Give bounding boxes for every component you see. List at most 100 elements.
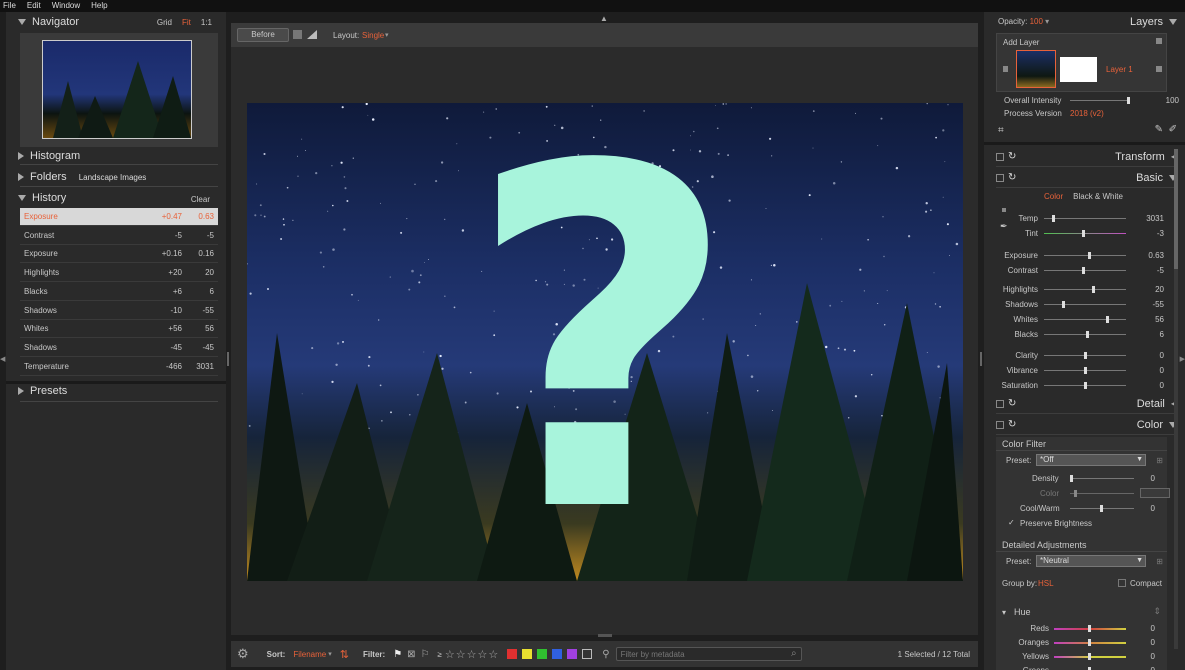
- split-view-icon[interactable]: [307, 30, 317, 39]
- sort-dropdown[interactable]: Filename: [293, 650, 326, 659]
- slider-exposure[interactable]: Exposure 0.63: [996, 248, 1164, 263]
- left-collapse-icon[interactable]: ◀: [0, 355, 5, 363]
- pen-icon[interactable]: ✐: [1169, 124, 1177, 135]
- folders-header[interactable]: Folders Landscape Images: [18, 171, 146, 183]
- navigator-thumbnail[interactable]: [42, 40, 192, 139]
- slider-knob[interactable]: [1084, 352, 1087, 359]
- filter-color-slider[interactable]: [1070, 490, 1134, 497]
- toggle-icon[interactable]: [996, 152, 1004, 161]
- hue-yellows-slider[interactable]: [1054, 653, 1126, 660]
- reset-icon[interactable]: ↻: [1008, 172, 1016, 183]
- slider-value[interactable]: -55: [1152, 300, 1164, 309]
- history-row[interactable]: Highlights +20 20: [20, 264, 218, 283]
- slider-shadows[interactable]: Shadows -55: [996, 297, 1164, 312]
- main-photo[interactable]: ?: [247, 103, 963, 581]
- slider-track[interactable]: [1044, 352, 1126, 359]
- no-label-filter[interactable]: [582, 649, 593, 659]
- slider-vibrance[interactable]: Vibrance 0: [996, 363, 1164, 378]
- menu-help[interactable]: Help: [91, 0, 107, 12]
- slider-track[interactable]: [1044, 230, 1126, 237]
- gear-icon[interactable]: ⚙: [237, 646, 249, 662]
- color-label-filter[interactable]: [507, 649, 518, 659]
- add-layer-button[interactable]: Add Layer: [1003, 38, 1039, 47]
- compact-checkbox[interactable]: [1118, 579, 1126, 587]
- slider-knob[interactable]: [1070, 475, 1073, 482]
- sort-direction-icon[interactable]: ⇅: [340, 648, 349, 661]
- history-header[interactable]: History: [18, 192, 66, 204]
- detailed-preset-dropdown[interactable]: *Neutral ▼: [1036, 555, 1146, 567]
- unflagged-filter-icon[interactable]: ⚐: [421, 649, 430, 660]
- opacity-control[interactable]: Opacity: 100 ▾: [998, 17, 1049, 26]
- detailed-preset-add-icon[interactable]: ⊞: [1156, 557, 1163, 566]
- history-row[interactable]: Exposure +0.16 0.16: [20, 245, 218, 264]
- process-dropdown[interactable]: 2018 (v2): [1070, 109, 1104, 118]
- slider-whites[interactable]: Whites 56: [996, 312, 1164, 327]
- history-row[interactable]: Exposure +0.47 0.63: [20, 208, 218, 226]
- color-label-filter[interactable]: [522, 649, 533, 659]
- slider-value[interactable]: -3: [1157, 229, 1164, 238]
- slider-value[interactable]: 0: [1160, 381, 1164, 390]
- reset-icon[interactable]: ↻: [1008, 151, 1016, 162]
- slider-knob[interactable]: [1082, 267, 1086, 274]
- compare-square-icon[interactable]: [293, 30, 302, 39]
- visibility-icon[interactable]: [1003, 66, 1008, 72]
- slider-knob[interactable]: [1086, 331, 1090, 338]
- chevron-down-icon[interactable]: ▾: [385, 31, 389, 39]
- scrollbar-thumb[interactable]: [1174, 149, 1178, 269]
- flag-filter-icon[interactable]: ⚑: [393, 649, 402, 660]
- metadata-search-field[interactable]: Filter by metadata ⌕: [615, 647, 802, 661]
- hue-reds-value[interactable]: 0: [1151, 624, 1155, 633]
- slider-temp[interactable]: Temp 3031: [996, 211, 1164, 226]
- collapse-icon[interactable]: ▾: [1002, 608, 1006, 617]
- slider-track[interactable]: [1044, 367, 1126, 374]
- slider-tint[interactable]: Tint -3: [996, 226, 1164, 241]
- star-rating-filter[interactable]: ☆☆☆☆☆: [445, 648, 499, 661]
- slider-track[interactable]: [1044, 286, 1126, 293]
- hue-yellows-value[interactable]: 0: [1151, 652, 1155, 661]
- history-row[interactable]: Shadows -45 -45: [20, 339, 218, 357]
- toggle-icon[interactable]: [996, 173, 1004, 182]
- layer-thumbnail[interactable]: [1016, 50, 1056, 88]
- transform-header[interactable]: ↻ Transform ◀: [996, 147, 1177, 167]
- crop-icon[interactable]: ⌗: [998, 125, 1004, 136]
- color-label-filter[interactable]: [552, 649, 563, 659]
- mode-grid[interactable]: Grid: [157, 18, 172, 27]
- coolwarm-slider[interactable]: [1070, 505, 1134, 512]
- intensity-slider[interactable]: [1070, 97, 1130, 104]
- menu-edit[interactable]: Edit: [27, 0, 41, 12]
- slider-knob[interactable]: [1084, 367, 1087, 374]
- layer-name[interactable]: Layer 1: [1106, 65, 1133, 74]
- slider-knob[interactable]: [1082, 230, 1086, 237]
- layer-menu-icon[interactable]: [1156, 66, 1162, 72]
- reject-filter-icon[interactable]: ⊠: [407, 649, 415, 660]
- right-resize-handle[interactable]: [980, 352, 982, 366]
- tab-black-white[interactable]: Black & White: [1073, 192, 1123, 201]
- slider-value[interactable]: -5: [1157, 266, 1164, 275]
- slider-knob[interactable]: [1100, 505, 1103, 512]
- hue-target-icon[interactable]: ⇕: [1153, 606, 1161, 617]
- color-swatch[interactable]: [1140, 488, 1170, 498]
- slider-track[interactable]: [1044, 252, 1126, 259]
- slider-knob[interactable]: [1106, 316, 1110, 323]
- history-row[interactable]: Blacks +6 6: [20, 283, 218, 301]
- tab-color[interactable]: Color: [1044, 192, 1063, 201]
- resize-handle[interactable]: [598, 634, 612, 637]
- intensity-value[interactable]: 100: [1166, 96, 1179, 105]
- slider-track[interactable]: [1044, 331, 1126, 338]
- group-by-dropdown[interactable]: HSL: [1038, 579, 1054, 588]
- hue-greens-value[interactable]: 0: [1151, 666, 1155, 670]
- navigator-header[interactable]: Navigator: [18, 16, 79, 28]
- history-row[interactable]: Temperature -466 3031: [20, 358, 218, 376]
- slider-value[interactable]: 0: [1160, 351, 1164, 360]
- slider-knob[interactable]: [1092, 286, 1095, 293]
- slider-highlights[interactable]: Highlights 20: [996, 282, 1164, 297]
- basic-header[interactable]: ↻ Basic: [996, 168, 1177, 188]
- checkmark-icon[interactable]: ✓: [1008, 518, 1015, 527]
- reset-icon[interactable]: ↻: [1008, 419, 1016, 430]
- slider-track[interactable]: [1044, 267, 1126, 274]
- slider-value[interactable]: 56: [1155, 315, 1164, 324]
- slider-knob[interactable]: [1088, 653, 1091, 660]
- brush-icon[interactable]: ✎: [1155, 124, 1163, 135]
- hue-reds-slider[interactable]: [1054, 625, 1126, 632]
- toggle-icon[interactable]: [996, 399, 1004, 408]
